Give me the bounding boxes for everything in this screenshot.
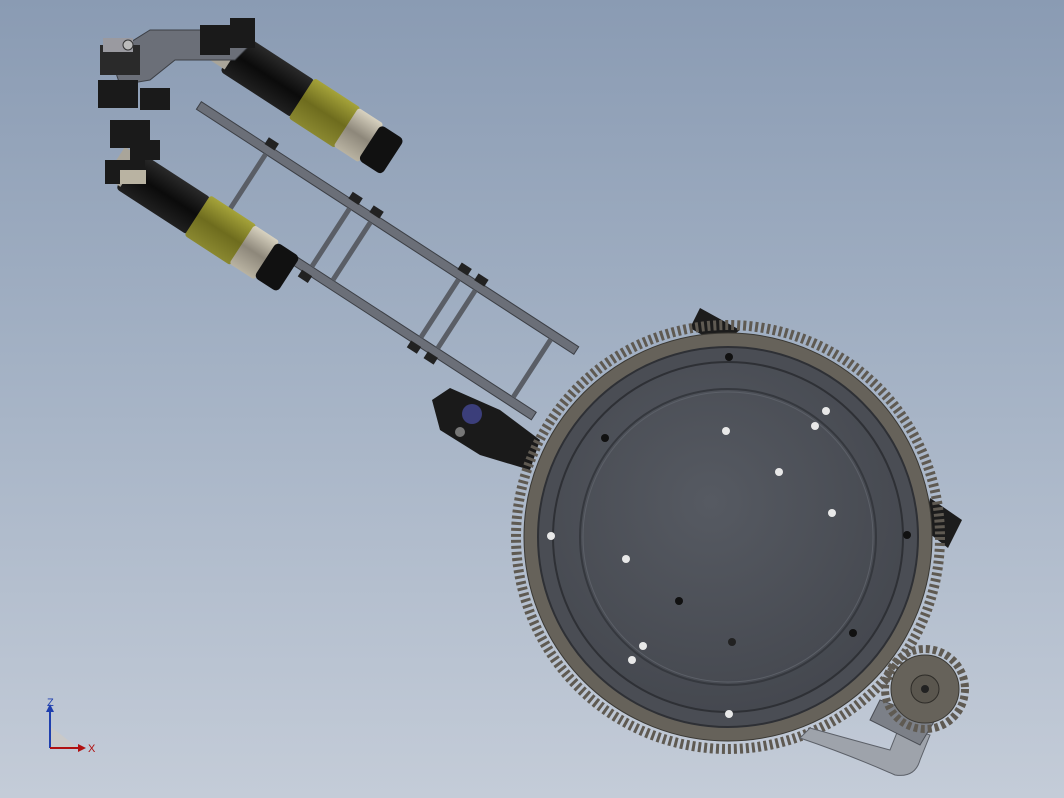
drive-pulley[interactable] xyxy=(432,388,540,470)
z-axis-label: Z xyxy=(47,697,54,709)
cad-viewport[interactable]: Z X xyxy=(0,0,1064,798)
pinion-gear[interactable] xyxy=(881,645,969,733)
x-arrow-icon xyxy=(78,744,86,752)
triad-plane xyxy=(50,726,78,748)
x-axis-label: X xyxy=(88,743,96,755)
assembly-model[interactable] xyxy=(0,0,1064,798)
orientation-triad: Z X xyxy=(46,697,96,755)
